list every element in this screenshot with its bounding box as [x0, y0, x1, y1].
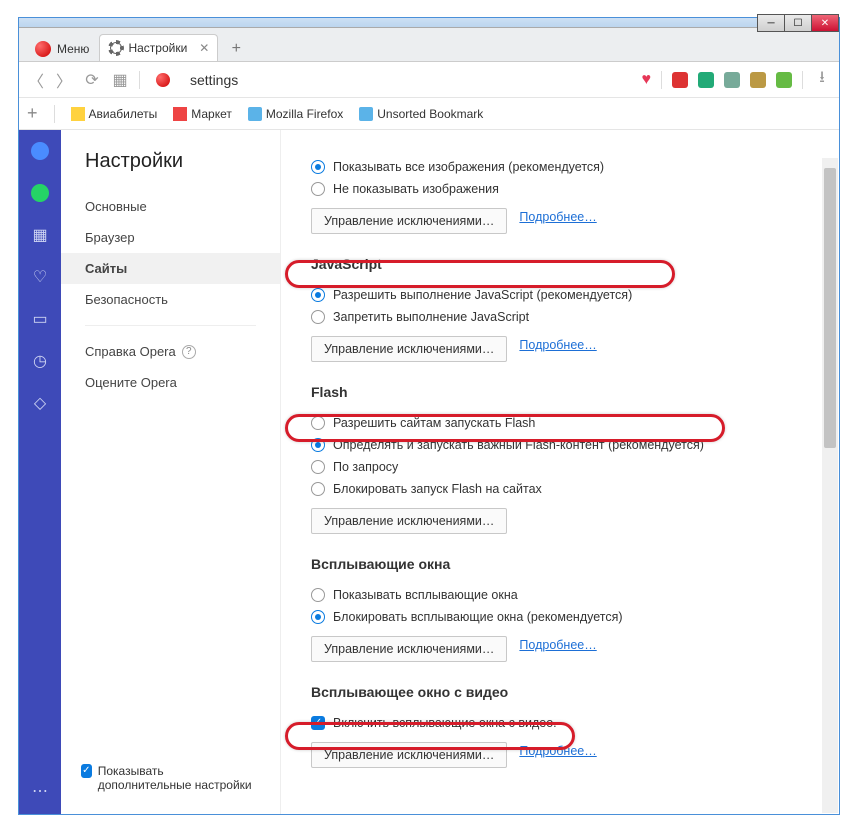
- opt-images-hide[interactable]: Не показывать изображения: [311, 178, 809, 200]
- bookmark-item[interactable]: Unsorted Bookmark: [359, 107, 483, 121]
- opt-js-allow[interactable]: Разрешить выполнение JavaScript (рекомен…: [311, 284, 809, 306]
- sidebar-item-security[interactable]: Безопасность: [61, 284, 280, 315]
- back-icon[interactable]: 〈: [27, 68, 45, 92]
- close-button[interactable]: ✕: [811, 14, 839, 32]
- tab-title: Настройки: [128, 41, 187, 55]
- section-popups: Всплывающие окна: [311, 556, 809, 572]
- extension-icon[interactable]: [724, 72, 740, 88]
- learn-more-link[interactable]: Подробнее…: [519, 210, 596, 224]
- news-icon[interactable]: ▭: [31, 310, 49, 328]
- speed-dial-icon[interactable]: ▦: [111, 70, 129, 90]
- opt-flash-block[interactable]: Блокировать запуск Flash на сайтах: [311, 478, 809, 500]
- radio-icon: [311, 588, 325, 602]
- extension-icon[interactable]: [672, 72, 688, 88]
- manage-exceptions-button[interactable]: Управление исключениями…: [311, 336, 507, 362]
- show-advanced-checkbox[interactable]: Показывать дополнительные настройки: [61, 754, 280, 802]
- heart-icon[interactable]: ♡: [31, 268, 49, 286]
- manage-exceptions-button[interactable]: Управление исключениями…: [311, 208, 507, 234]
- download-icon[interactable]: ⭳: [813, 66, 831, 93]
- section-javascript: JavaScript: [311, 256, 809, 272]
- side-rail: ▦ ♡ ▭ ◷ ◇ ⋯: [19, 130, 61, 814]
- opera-small-icon: [156, 73, 170, 87]
- grid-icon[interactable]: ▦: [31, 226, 49, 244]
- sidebar-item-help[interactable]: Справка Opera?: [61, 336, 280, 367]
- radio-icon: [311, 438, 325, 452]
- bookmark-item[interactable]: Маркет: [173, 107, 232, 121]
- checkbox-icon: [311, 716, 325, 730]
- extension-icon[interactable]: [698, 72, 714, 88]
- sidebar-item-basic[interactable]: Основные: [61, 191, 280, 222]
- radio-icon: [311, 160, 325, 174]
- address-input[interactable]: [186, 68, 632, 92]
- page-title: Настройки: [61, 150, 280, 191]
- more-icon[interactable]: ⋯: [31, 782, 49, 800]
- package-icon[interactable]: ◇: [31, 394, 49, 412]
- settings-content: Показывать все изображения (рекомендуетс…: [281, 130, 839, 814]
- reload-icon[interactable]: ⟳: [83, 70, 101, 90]
- folder-icon: [359, 107, 373, 121]
- radio-icon: [311, 482, 325, 496]
- gear-icon: [110, 42, 122, 54]
- history-icon[interactable]: ◷: [31, 352, 49, 370]
- opt-flash-allow[interactable]: Разрешить сайтам запускать Flash: [311, 412, 809, 434]
- opt-flash-detect[interactable]: Определять и запускать важный Flash-конт…: [311, 434, 809, 456]
- folder-icon: [248, 107, 262, 121]
- opt-popup-block[interactable]: Блокировать всплывающие окна (рекомендуе…: [311, 606, 809, 628]
- radio-icon: [311, 182, 325, 196]
- sidebar-item-rate[interactable]: Оцените Opera: [61, 367, 280, 398]
- scrollbar[interactable]: [822, 158, 838, 813]
- extension-icon[interactable]: [750, 72, 766, 88]
- maximize-button[interactable]: ☐: [784, 14, 812, 32]
- radio-icon: [311, 310, 325, 324]
- bookmark-bar: + Авиабилеты Маркет Mozilla Firefox Unso…: [19, 98, 839, 130]
- plane-icon: [71, 107, 85, 121]
- messenger-icon[interactable]: [31, 142, 49, 160]
- opt-flash-ask[interactable]: По запросу: [311, 456, 809, 478]
- sidebar-item-browser[interactable]: Браузер: [61, 222, 280, 253]
- close-tab-icon[interactable]: ✕: [199, 41, 209, 55]
- manage-exceptions-button[interactable]: Управление исключениями…: [311, 636, 507, 662]
- minimize-button[interactable]: ─: [757, 14, 785, 32]
- opt-popup-show[interactable]: Показывать всплывающие окна: [311, 584, 809, 606]
- extension-icon[interactable]: [776, 72, 792, 88]
- menu-label: Меню: [57, 42, 89, 56]
- sidebar-item-sites[interactable]: Сайты: [61, 253, 280, 284]
- opt-js-deny[interactable]: Запретить выполнение JavaScript: [311, 306, 809, 328]
- bookmark-item[interactable]: Mozilla Firefox: [248, 107, 343, 121]
- scrollbar-thumb[interactable]: [824, 168, 836, 448]
- bookmark-item[interactable]: Авиабилеты: [71, 107, 158, 121]
- tab-bar: Меню Настройки ✕ +: [19, 28, 839, 62]
- opt-images-show[interactable]: Показывать все изображения (рекомендуетс…: [311, 156, 809, 178]
- section-video-popup: Всплывающее окно с видео: [311, 684, 809, 700]
- help-icon: ?: [182, 345, 196, 359]
- tab-settings[interactable]: Настройки ✕: [99, 34, 218, 61]
- opera-icon: [35, 41, 51, 57]
- checkbox-icon: [81, 764, 92, 778]
- forward-icon[interactable]: 〉: [55, 68, 73, 92]
- radio-icon: [311, 610, 325, 624]
- address-bar: 〈 〉 ⟳ ▦ ♥ ⭳: [19, 62, 839, 98]
- cart-icon: [173, 107, 187, 121]
- learn-more-link[interactable]: Подробнее…: [519, 744, 596, 758]
- opt-video-enable[interactable]: Включить всплывающие окна с видео.: [311, 712, 809, 734]
- settings-sidebar: Настройки Основные Браузер Сайты Безопас…: [61, 130, 281, 814]
- section-flash: Flash: [311, 384, 809, 400]
- add-bookmark-button[interactable]: +: [27, 103, 38, 124]
- main-menu-button[interactable]: Меню: [23, 37, 95, 61]
- radio-icon: [311, 460, 325, 474]
- learn-more-link[interactable]: Подробнее…: [519, 338, 596, 352]
- whatsapp-icon[interactable]: [31, 184, 49, 202]
- manage-exceptions-button[interactable]: Управление исключениями…: [311, 508, 507, 534]
- new-tab-button[interactable]: +: [224, 37, 248, 61]
- radio-icon: [311, 416, 325, 430]
- heart-icon[interactable]: ♥: [642, 71, 652, 89]
- manage-exceptions-button[interactable]: Управление исключениями…: [311, 742, 507, 768]
- radio-icon: [311, 288, 325, 302]
- learn-more-link[interactable]: Подробнее…: [519, 638, 596, 652]
